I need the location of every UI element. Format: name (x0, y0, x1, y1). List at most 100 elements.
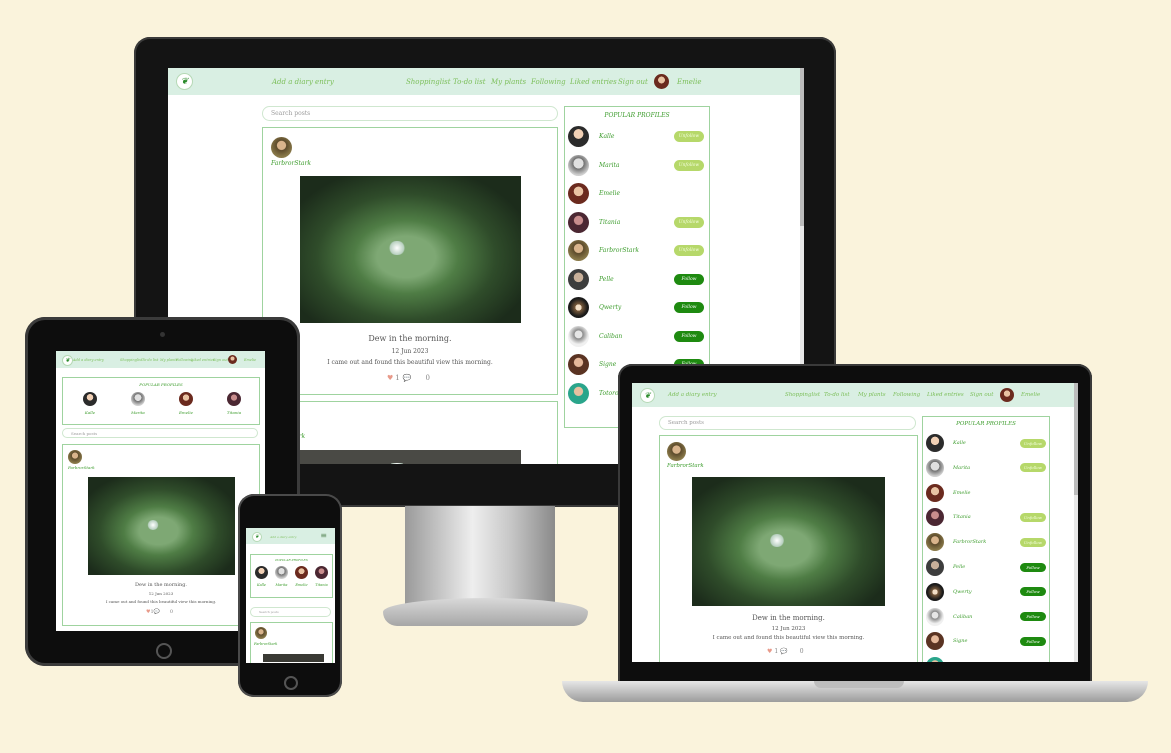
avatar[interactable] (568, 268, 589, 290)
post-author[interactable]: FarbrorStark (667, 463, 704, 469)
profile-name[interactable]: Pelle (599, 276, 674, 283)
profile-item[interactable]: Marita (272, 564, 291, 587)
post-author[interactable]: FarbrorStark (68, 465, 95, 470)
avatar[interactable] (568, 325, 589, 347)
avatar[interactable] (654, 74, 669, 89)
profile-name[interactable]: Titania (599, 219, 674, 226)
avatar[interactable] (926, 582, 944, 601)
avatar[interactable] (568, 126, 589, 147)
follow-button[interactable]: Follow (674, 273, 704, 285)
avatar[interactable] (568, 354, 589, 375)
profile-name[interactable]: Kalle (252, 583, 271, 587)
nav-todo[interactable]: To-do list (453, 78, 486, 86)
follow-button[interactable]: Follow (1020, 612, 1046, 622)
follow-button[interactable]: Follow (1020, 636, 1046, 646)
profile-name[interactable]: Caliban (599, 333, 674, 340)
hamburger-menu-icon[interactable]: ≡ (320, 531, 327, 540)
nav-add-entry[interactable]: Add a diary entry (668, 392, 717, 398)
avatar[interactable] (926, 558, 944, 576)
profile-name[interactable]: FarbrorStark (953, 539, 1020, 545)
avatar[interactable] (295, 566, 308, 579)
search-input[interactable]: Search posts (659, 416, 916, 430)
nav-shoppinglist[interactable]: Shoppinglist (406, 78, 451, 86)
unfollow-button[interactable]: Unfollow (674, 245, 704, 256)
avatar[interactable] (315, 566, 328, 579)
profile-name[interactable]: Marita (599, 162, 674, 169)
profile-name[interactable]: FarbrorStark (599, 247, 674, 254)
profile-item[interactable]: Kalle (77, 391, 103, 415)
profile-name[interactable]: Kalle (953, 440, 1020, 446)
profile-item[interactable]: Emelie (173, 391, 199, 415)
avatar[interactable] (667, 442, 686, 461)
unfollow-button[interactable]: Unfollow (674, 159, 704, 171)
profile-item[interactable]: Marita (125, 391, 151, 415)
avatar[interactable] (926, 533, 944, 552)
unfollow-button[interactable]: Unfollow (1020, 438, 1046, 448)
leaf-logo-icon[interactable]: ❦ (62, 355, 73, 366)
leaf-logo-icon[interactable]: ❦ (176, 73, 193, 90)
comment-icon[interactable]: 💬 (403, 374, 412, 382)
avatar[interactable] (255, 566, 268, 579)
profile-item[interactable]: Titania (312, 564, 331, 587)
nav-add-entry[interactable]: Add a diary entry (270, 535, 297, 539)
profile-name[interactable]: Marita (272, 583, 291, 587)
heart-icon[interactable]: ♥ (387, 374, 393, 382)
profile-name[interactable]: Emelie (292, 583, 311, 587)
avatar[interactable] (568, 183, 589, 204)
avatar[interactable] (1000, 388, 1014, 402)
post-author[interactable]: FarbrorStark (271, 160, 311, 167)
unfollow-button[interactable]: Unfollow (674, 131, 704, 142)
avatar[interactable] (275, 566, 288, 579)
post-author[interactable]: FarbrorStark (254, 642, 277, 646)
nav-username[interactable]: Emelie (677, 78, 702, 86)
nav-following[interactable]: Following (531, 78, 566, 86)
nav-liked[interactable]: Liked entries (191, 358, 214, 362)
avatar[interactable] (568, 382, 589, 404)
profile-name[interactable]: Qwerty (953, 589, 1020, 595)
avatar[interactable] (68, 450, 82, 464)
avatar[interactable] (568, 297, 589, 318)
heart-icon[interactable]: ♥ (767, 648, 772, 655)
profile-name[interactable]: Marita (953, 465, 1020, 471)
profile-name[interactable]: Titania (221, 410, 247, 415)
profile-name[interactable]: Emelie (173, 410, 199, 415)
profile-item[interactable]: Emelie (292, 564, 311, 587)
search-input[interactable]: Search posts (62, 428, 258, 438)
unfollow-button[interactable]: Unfollow (1020, 512, 1046, 522)
avatar[interactable] (926, 483, 944, 502)
avatar[interactable] (926, 508, 944, 527)
nav-following[interactable]: Following (893, 392, 920, 398)
avatar[interactable] (227, 392, 241, 406)
nav-username[interactable]: Emelie (1021, 392, 1040, 398)
follow-button[interactable]: Follow (1020, 562, 1046, 572)
nav-todo[interactable]: To-do list (824, 392, 850, 398)
profile-name[interactable]: Titania (312, 583, 331, 587)
profile-name[interactable]: Signe (953, 638, 1020, 644)
profile-name[interactable]: Titania (953, 514, 1020, 520)
nav-add-entry[interactable]: Add a diary entry (73, 358, 104, 362)
profile-item[interactable]: Titania (221, 391, 247, 415)
scrollbar[interactable] (1074, 383, 1078, 662)
search-input[interactable]: Search posts (262, 106, 558, 121)
avatar[interactable] (271, 137, 292, 158)
avatar[interactable] (179, 392, 193, 406)
search-input[interactable]: Search posts (250, 607, 331, 617)
nav-myplants[interactable]: My plants (858, 392, 886, 398)
nav-myplants[interactable]: My plants (160, 358, 178, 362)
profile-name[interactable]: Caliban (953, 614, 1020, 620)
nav-add-entry[interactable]: Add a diary entry (272, 78, 334, 86)
nav-signout[interactable]: Sign out (970, 392, 993, 398)
nav-signout[interactable]: Sign out (213, 358, 228, 362)
avatar[interactable] (926, 607, 944, 626)
follow-button[interactable]: Follow (1020, 587, 1046, 597)
profile-name[interactable]: Emelie (599, 190, 704, 197)
unfollow-button[interactable]: Unfollow (1020, 463, 1046, 473)
nav-todo[interactable]: To-do list (142, 358, 158, 362)
avatar[interactable] (83, 392, 97, 406)
avatar[interactable] (568, 211, 589, 233)
nav-shoppinglist[interactable]: Shoppinglist (785, 392, 820, 398)
profile-name[interactable]: Kalle (77, 410, 103, 415)
nav-liked[interactable]: Liked entries (570, 78, 617, 86)
profile-name[interactable]: Kalle (599, 133, 674, 140)
avatar[interactable] (228, 355, 237, 364)
